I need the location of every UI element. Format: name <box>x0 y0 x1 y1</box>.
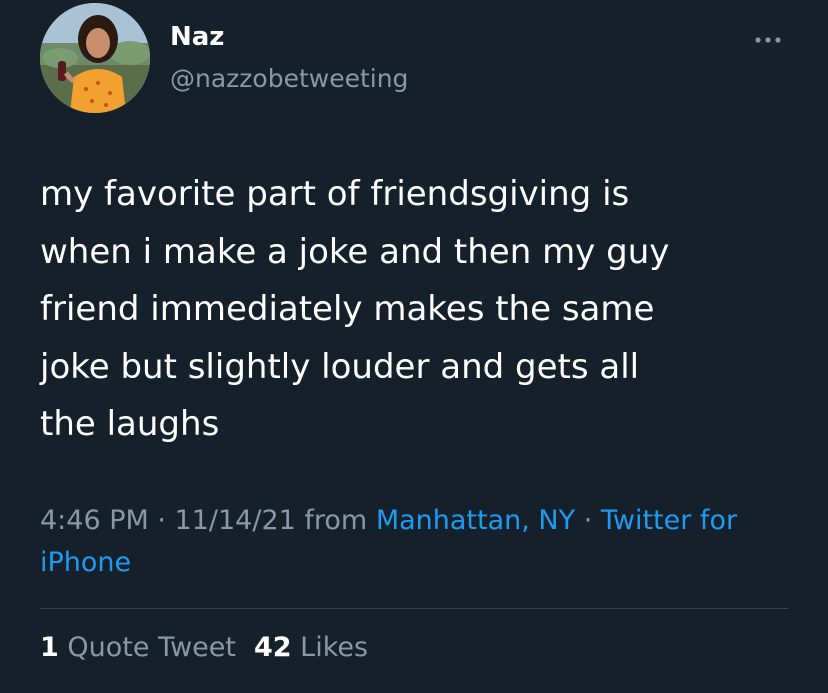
avatar-image <box>40 3 150 113</box>
more-horizontal-icon <box>755 37 781 43</box>
quote-tweet-count: 1 <box>40 632 59 663</box>
divider <box>40 608 788 609</box>
tweet-time[interactable]: 4:46 PM <box>40 505 149 536</box>
tweet-detail: Naz @nazzobetweeting my favorite part of… <box>0 0 828 693</box>
meta-separator: · <box>148 505 175 536</box>
tweet-stats: 1 Quote Tweet 42 Likes <box>40 632 368 663</box>
quote-tweets-stat[interactable]: 1 Quote Tweet <box>40 632 236 663</box>
quote-tweet-label: Quote Tweet <box>67 632 236 663</box>
author-name[interactable]: Naz <box>170 22 224 52</box>
from-label: from <box>295 505 376 536</box>
likes-label: Likes <box>300 632 369 663</box>
meta-separator: · <box>575 505 601 536</box>
tweet-text: my favorite part of friendsgiving is whe… <box>40 174 670 444</box>
tweet-metadata: 4:46 PM · 11/14/21 from Manhattan, NY · … <box>40 500 800 584</box>
location-link[interactable]: Manhattan, NY <box>376 505 575 536</box>
tweet-date[interactable]: 11/14/21 <box>175 505 296 536</box>
likes-stat[interactable]: 42 Likes <box>254 632 368 663</box>
likes-count: 42 <box>253 632 292 663</box>
more-options-button[interactable] <box>748 26 792 54</box>
avatar[interactable] <box>40 3 150 113</box>
author-handle[interactable]: @nazzobetweeting <box>170 64 408 93</box>
